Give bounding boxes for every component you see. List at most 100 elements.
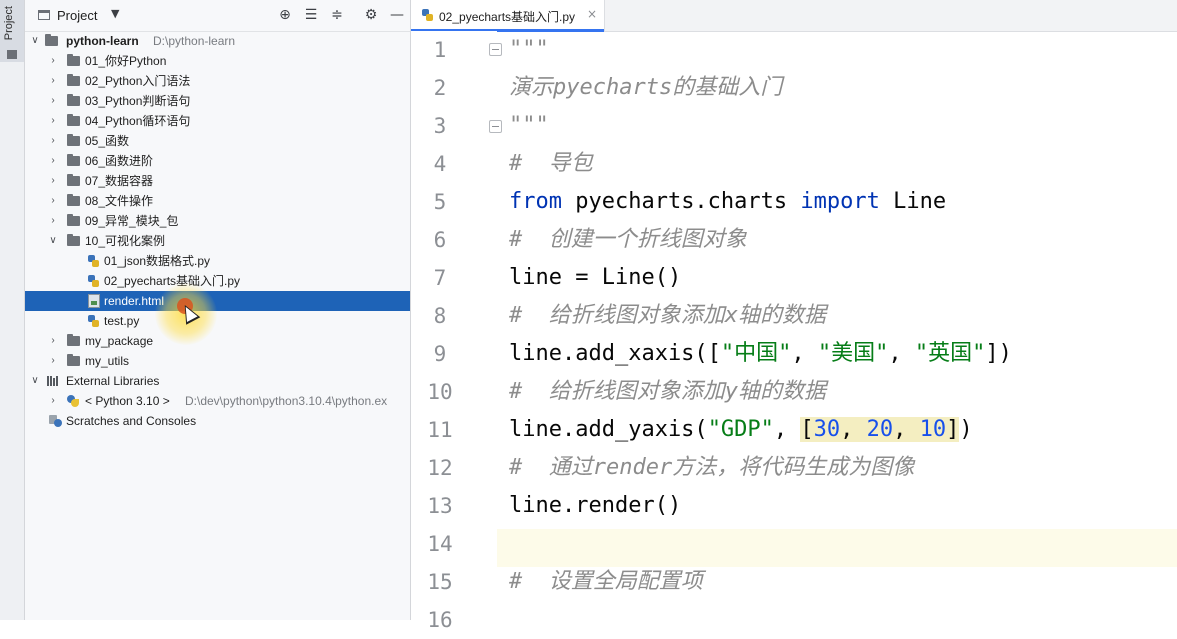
project-tool-button[interactable]: Project	[0, 0, 24, 62]
code-line[interactable]: # 给折线图对象添加y轴的数据	[509, 373, 826, 411]
expand-all-icon[interactable]: ☰	[301, 5, 321, 25]
python-file-icon	[421, 8, 434, 22]
line-number: 9	[433, 342, 447, 366]
code-line[interactable]: 演示pyecharts的基础入门	[509, 69, 782, 107]
tree-item-folder[interactable]: › 07_数据容器	[25, 171, 410, 191]
code-line[interactable]: line.add_yaxis("GDP", [30, 20, 10])	[509, 411, 973, 449]
code-line[interactable]: # 设置全局配置项	[509, 563, 703, 601]
tree-item-folder[interactable]: › 01_你好Python	[25, 51, 410, 71]
project-panel-header: Project ▼ ⊕ ☰ ≑ ⚙ —	[25, 0, 410, 32]
chevron-right-icon[interactable]: ›	[47, 151, 59, 171]
tree-item-label: 08_文件操作	[85, 194, 154, 208]
code-comment: # 通过render方法，将代码生成为图像	[509, 455, 915, 480]
chevron-right-icon[interactable]: ›	[47, 171, 59, 191]
tree-item-file[interactable]: 01_json数据格式.py	[25, 251, 410, 271]
tree-item-file-selected[interactable]: render.html	[25, 291, 410, 311]
code-line[interactable]: # 给折线图对象添加x轴的数据	[509, 297, 826, 335]
code-token: ,	[893, 417, 920, 442]
tree-item-label: 09_异常_模块_包	[85, 214, 179, 228]
tree-item-label: 10_可视化案例	[85, 234, 166, 248]
tree-item-label: < Python 3.10 >	[85, 394, 170, 408]
tree-item-label: 01_json数据格式.py	[104, 254, 211, 268]
line-number: 15	[427, 570, 453, 594]
line-number: 6	[433, 228, 447, 252]
project-view-selector[interactable]: Project	[57, 8, 97, 23]
number-literal: 20	[866, 417, 894, 442]
code-line[interactable]: # 导包	[509, 145, 593, 183]
number-literal: 30	[813, 417, 841, 442]
line-number: 5	[433, 190, 447, 214]
folder-icon	[67, 214, 80, 226]
chevron-down-icon[interactable]: ∨	[29, 371, 41, 391]
gear-icon[interactable]: ⚙	[361, 5, 381, 25]
line-number: 8	[433, 304, 447, 328]
tree-item-python-sdk[interactable]: › < Python 3.10 > D:\dev\python\python3.…	[25, 391, 410, 411]
folder-icon	[67, 74, 80, 86]
line-number: 2	[433, 76, 447, 100]
number-literal: 10	[919, 417, 947, 442]
tree-item-file[interactable]: test.py	[25, 311, 410, 331]
minimize-icon[interactable]: —	[387, 5, 407, 25]
tree-item-label: 04_Python循环语句	[85, 114, 191, 128]
code-line[interactable]: # 通过render方法，将代码生成为图像	[509, 449, 914, 487]
chevron-right-icon[interactable]: ›	[47, 111, 59, 131]
folder-icon	[67, 154, 80, 166]
tree-item-python-learn[interactable]: ∨ python-learn D:\python-learn	[25, 31, 410, 51]
keyword: import	[800, 189, 880, 214]
code-token: ])	[985, 341, 1012, 366]
tree-item-folder[interactable]: › 09_异常_模块_包	[25, 211, 410, 231]
code-line[interactable]: from pyecharts.charts import Line	[509, 183, 946, 221]
tree-item-scratches[interactable]: Scratches and Consoles	[25, 411, 410, 431]
chevron-right-icon[interactable]: ›	[47, 211, 59, 231]
chevron-right-icon[interactable]: ›	[47, 191, 59, 211]
tree-item-label: 05_函数	[85, 134, 130, 148]
code-token: line.add_xaxis([	[509, 341, 721, 366]
project-window-icon	[38, 10, 50, 20]
string-literal: "GDP"	[707, 417, 774, 442]
tree-item-package[interactable]: › my_utils	[25, 351, 410, 371]
editor-tab-bar: 02_pyecharts基础入门.py ×	[411, 0, 1177, 32]
chevron-down-icon[interactable]: ▼	[111, 7, 119, 20]
code-comment: # 给折线图对象添加x轴的数据	[509, 303, 826, 328]
folder-icon	[67, 194, 80, 206]
chevron-right-icon[interactable]: ›	[47, 51, 59, 71]
code-line[interactable]: line.add_xaxis(["中国", "美国", "英国"])	[509, 335, 1012, 373]
code-line[interactable]: """	[509, 107, 549, 145]
tree-item-file[interactable]: 02_pyecharts基础入门.py	[25, 271, 410, 291]
project-panel: Project ▼ ⊕ ☰ ≑ ⚙ — ∨ python-learn D:\py…	[25, 0, 411, 620]
editor-tab-active[interactable]: 02_pyecharts基础入门.py ×	[411, 0, 605, 32]
tree-item-folder[interactable]: › 08_文件操作	[25, 191, 410, 211]
close-icon[interactable]: ×	[587, 7, 597, 21]
tree-item-folder[interactable]: › 04_Python循环语句	[25, 111, 410, 131]
tree-item-folder[interactable]: › 03_Python判断语句	[25, 91, 410, 111]
string-literal: "英国"	[914, 341, 986, 366]
python-file-icon	[87, 314, 100, 328]
line-number: 12	[427, 456, 453, 480]
code-line[interactable]: line.render()	[509, 487, 681, 525]
tree-item-folder[interactable]: › 05_函数	[25, 131, 410, 151]
code-line[interactable]: """	[509, 31, 549, 69]
code-line[interactable]: # 创建一个折线图对象	[509, 221, 747, 259]
chevron-down-icon[interactable]: ∨	[47, 231, 59, 251]
tree-item-folder[interactable]: › 02_Python入门语法	[25, 71, 410, 91]
code-token: pyecharts.charts	[561, 189, 801, 214]
package-folder-icon	[67, 334, 80, 346]
code-line[interactable]: line = Line()	[509, 259, 681, 297]
collapse-all-icon[interactable]: ≑	[327, 5, 347, 25]
locate-file-icon[interactable]: ⊕	[275, 5, 295, 25]
tree-item-label: test.py	[104, 314, 140, 328]
tree-item-label: 07_数据容器	[85, 174, 154, 188]
chevron-right-icon[interactable]: ›	[47, 131, 59, 151]
chevron-right-icon[interactable]: ›	[47, 71, 59, 91]
chevron-right-icon[interactable]: ›	[47, 391, 59, 411]
chevron-right-icon[interactable]: ›	[47, 331, 59, 351]
python-file-icon	[87, 274, 100, 288]
chevron-right-icon[interactable]: ›	[47, 351, 59, 371]
tree-item-package[interactable]: › my_package	[25, 331, 410, 351]
tree-item-external-libraries[interactable]: ∨ External Libraries	[25, 371, 410, 391]
tree-item-folder[interactable]: › 06_函数进阶	[25, 151, 410, 171]
line-number: 3	[433, 114, 447, 138]
tree-item-folder-expanded[interactable]: ∨ 10_可视化案例	[25, 231, 410, 251]
chevron-right-icon[interactable]: ›	[47, 91, 59, 111]
chevron-down-icon[interactable]: ∨	[29, 31, 41, 51]
